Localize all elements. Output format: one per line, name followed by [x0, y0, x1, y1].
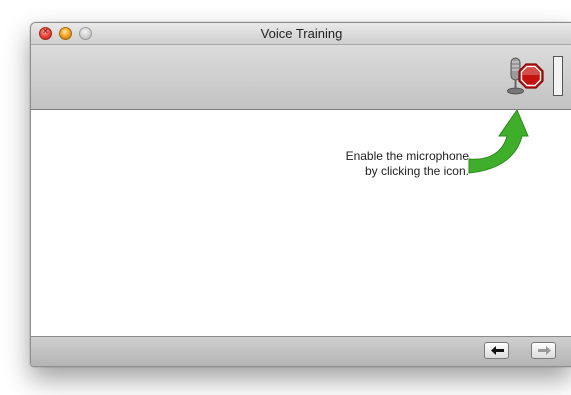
title-bar: × Voice Training: [31, 23, 571, 45]
voice-training-window: × Voice Training Enable the microphone b…: [30, 22, 571, 367]
content-area: Enable the microphone by clicking the ic…: [31, 110, 571, 336]
bottom-bar: [31, 336, 571, 366]
hint-text: Enable the microphone by clicking the ic…: [271, 149, 469, 179]
toolbar: [31, 45, 571, 110]
hint-line-2: by clicking the icon.: [364, 164, 469, 178]
microphone-button[interactable]: [506, 55, 546, 97]
arrow-right-icon: [538, 346, 551, 355]
back-button[interactable]: [484, 342, 509, 359]
forward-button[interactable]: [531, 342, 556, 359]
hint-line-1: Enable the microphone: [345, 149, 469, 163]
window-title: Voice Training: [260, 26, 343, 41]
curved-arrow-icon: [468, 110, 529, 174]
arrow-left-icon: [491, 346, 504, 355]
microphone-stop-icon: [507, 57, 544, 95]
input-level-meter: [553, 56, 563, 96]
